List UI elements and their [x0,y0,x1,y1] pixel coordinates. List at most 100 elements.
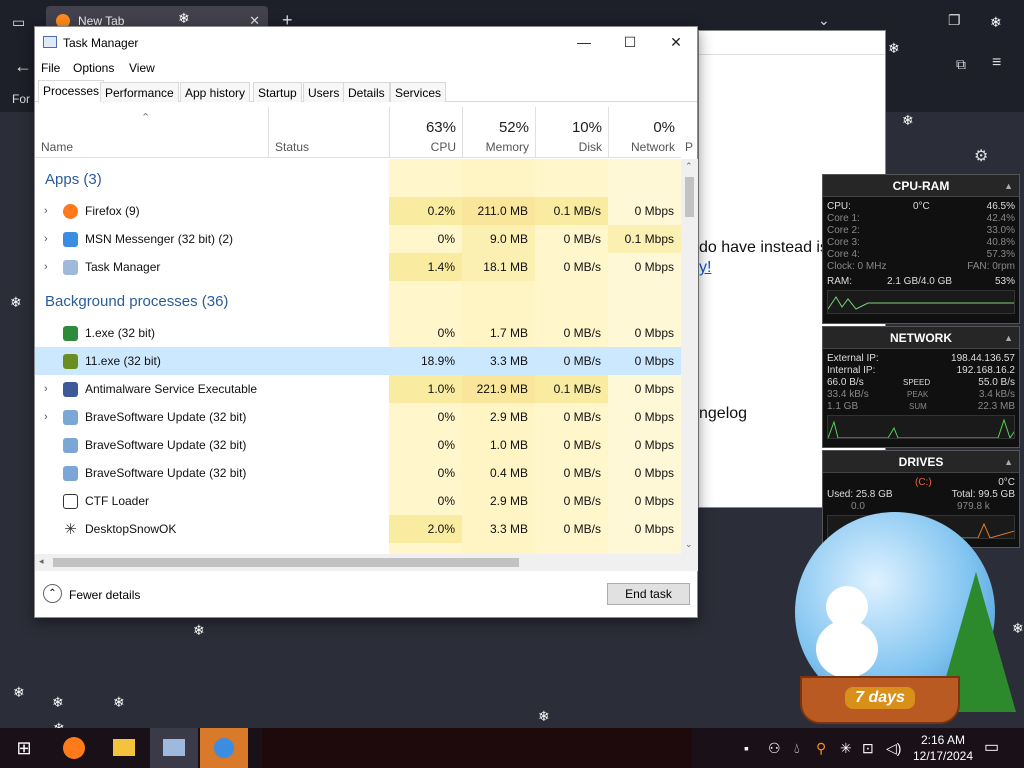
sum-line: 1.1 GB SUM 22.3 MB [823,401,1019,413]
tray-search-icon[interactable]: ⚲ [816,728,826,768]
snowflake-icon: ❄ [888,40,900,56]
back-icon[interactable]: ← [14,56,32,77]
cpu-line: CPU: 0°C 46.5% [823,201,1019,213]
notification-center-icon[interactable]: ▭ [984,728,999,768]
process-list[interactable]: Apps (3) › Firefox (9) 0.2% 211.0 MB 0.1… [35,159,681,554]
process-row-task-manager[interactable]: › Task Manager 1.4% 18.1 MB 0 MB/s 0 Mbp… [35,253,681,281]
tab-overflow-icon[interactable]: ⌄ [818,12,830,29]
collapse-arrow-icon[interactable]: ▲ [1004,451,1013,473]
cpu-cell: 0% [437,232,455,246]
process-row-brave-update-1[interactable]: › BraveSoftware Update (32 bit) 0% 2.9 M… [35,403,681,431]
tab-services[interactable]: Services [390,82,447,102]
tab-users[interactable]: Users [303,82,345,102]
menu-options[interactable]: Options [73,61,114,75]
tray-drop-icon[interactable]: 💧︎ [794,728,800,768]
col-status[interactable]: Status [275,140,309,154]
process-name: BraveSoftware Update (32 bit) [85,410,247,424]
network-cell: 0 Mbps [634,494,674,508]
tab-details[interactable]: Details [343,82,390,102]
tray-messenger-icon[interactable]: ⚇ [768,728,781,768]
ram-used: 2.1 GB/4.0 GB [887,276,953,287]
tab-processes[interactable]: Processes [38,80,105,103]
snowflake-icon: ❄ [10,294,22,310]
tray-volume-icon[interactable]: ◁) [886,728,901,768]
expand-chevron-icon[interactable]: › [44,197,48,225]
menu-icon[interactable]: ≡ [992,54,1001,72]
process-row-1exe[interactable]: 1.exe (32 bit) 0% 1.7 MB 0 MB/s 0 Mbps [35,319,681,347]
close-button[interactable]: ✕ [653,27,699,57]
core-label: Core 4: [827,249,860,260]
process-row-brave-update-2[interactable]: BraveSoftware Update (32 bit) 0% 1.0 MB … [35,431,681,459]
collapse-chevron-icon[interactable]: ⌃ [43,584,62,603]
gear-icon[interactable]: ⚙ [974,146,988,166]
maximize-button[interactable]: ☐ [607,27,653,57]
scroll-up-arrow-icon[interactable]: ⌃ [685,161,693,172]
tray-snowflake-icon[interactable]: ✳ [840,728,852,768]
tab-startup[interactable]: Startup [253,82,302,102]
vertical-scrollbar[interactable]: ⌃ ⌄ [681,159,698,554]
expand-chevron-icon[interactable]: › [44,403,48,431]
restore-window-icon[interactable]: ❐ [948,12,961,29]
tab-performance[interactable]: Performance [100,82,179,102]
col-disk[interactable]: 10% Disk [535,107,608,158]
group-background[interactable]: Background processes (36) [45,293,228,310]
process-row-desktopsnowok[interactable]: ✳ DesktopSnowOK 2.0% 3.3 MB 0 MB/s 0 Mbp… [35,515,681,543]
menu-file[interactable]: File [41,61,60,75]
disk-cell: 0 MB/s [563,410,601,424]
tab-list-icon[interactable]: ▭ [12,14,25,31]
scroll-down-arrow-icon[interactable]: ⌄ [685,539,693,550]
network-title-text: NETWORK [890,331,952,345]
minimize-button[interactable]: — [561,27,607,57]
process-row-msn[interactable]: › MSN Messenger (32 bit) (2) 0% 9.0 MB 0… [35,225,681,253]
scroll-left-arrow-icon[interactable]: ◂ [39,556,44,567]
horizontal-scroll-thumb[interactable] [53,558,519,567]
updater-icon [63,410,78,425]
process-row-brave-update-3[interactable]: BraveSoftware Update (32 bit) 0% 0.4 MB … [35,459,681,487]
disk-cell: 0 MB/s [563,522,601,536]
end-task-button[interactable]: End task [607,583,690,605]
col-power[interactable]: P [685,140,693,154]
collapse-arrow-icon[interactable]: ▲ [1004,327,1013,349]
taskbar-file-explorer-icon[interactable] [100,728,148,768]
process-row-firefox[interactable]: › Firefox (9) 0.2% 211.0 MB 0.1 MB/s 0 M… [35,197,681,225]
bookmark-label[interactable]: For [12,92,30,106]
page-link[interactable]: y! [699,259,711,277]
horizontal-scrollbar[interactable]: ◂ [35,554,698,571]
col-network[interactable]: 0% Network [608,107,681,158]
network-cell: 0.1 Mbps [608,225,681,253]
taskbar-clock[interactable]: 2:16 AM 12/17/2024 [908,732,978,764]
group-apps[interactable]: Apps (3) [45,171,102,188]
expand-chevron-icon[interactable]: › [44,225,48,253]
fewer-details-link[interactable]: Fewer details [69,588,140,602]
expand-chevron-icon[interactable]: › [44,375,48,403]
clock-date: 12/17/2024 [912,749,974,763]
start-button[interactable]: ⊞ [0,728,48,768]
process-row-ctf-loader[interactable]: CTF Loader 0% 2.9 MB 0 MB/s 0 Mbps [35,487,681,515]
cpu-cell: 1.0% [389,375,462,403]
taskbar-msn-messenger-icon[interactable] [200,728,248,768]
col-name[interactable]: Name [41,140,73,154]
snowflake-icon: ❄ [1012,620,1024,636]
col-memory[interactable]: 52% Memory [462,107,535,158]
cpu-percent: 46.5% [986,201,1015,212]
process-row-11exe[interactable]: 11.exe (32 bit) 18.9% 3.3 MB 0 MB/s 0 Mb… [35,347,681,375]
vertical-scroll-thumb[interactable] [685,177,694,217]
tray-network-icon[interactable]: ⊡ [862,728,874,768]
snowflake-icon: ❄ [538,708,550,724]
title-bar[interactable]: Task Manager — ☐ ✕ [35,27,697,57]
sum-up: 22.3 MB [977,401,1015,412]
drive-used: Used: 25.8 GB [827,489,893,500]
collapse-arrow-icon[interactable]: ▲ [1004,175,1013,197]
process-name: BraveSoftware Update (32 bit) [85,466,247,480]
extensions-icon[interactable]: ⧉ [956,56,966,73]
menu-view[interactable]: View [129,61,155,75]
expand-chevron-icon[interactable]: › [44,253,48,281]
tab-app-history[interactable]: App history [180,82,251,102]
tray-app-icon[interactable]: ▪ [744,728,749,768]
core-value: 42.4% [986,213,1015,224]
disk-cell: 0 MB/s [563,326,601,340]
taskbar-firefox-icon[interactable] [50,728,98,768]
col-cpu[interactable]: 63% CPU [389,107,462,158]
process-row-antimalware[interactable]: › Antimalware Service Executable 1.0% 22… [35,375,681,403]
taskbar-task-manager-icon[interactable] [150,728,198,768]
